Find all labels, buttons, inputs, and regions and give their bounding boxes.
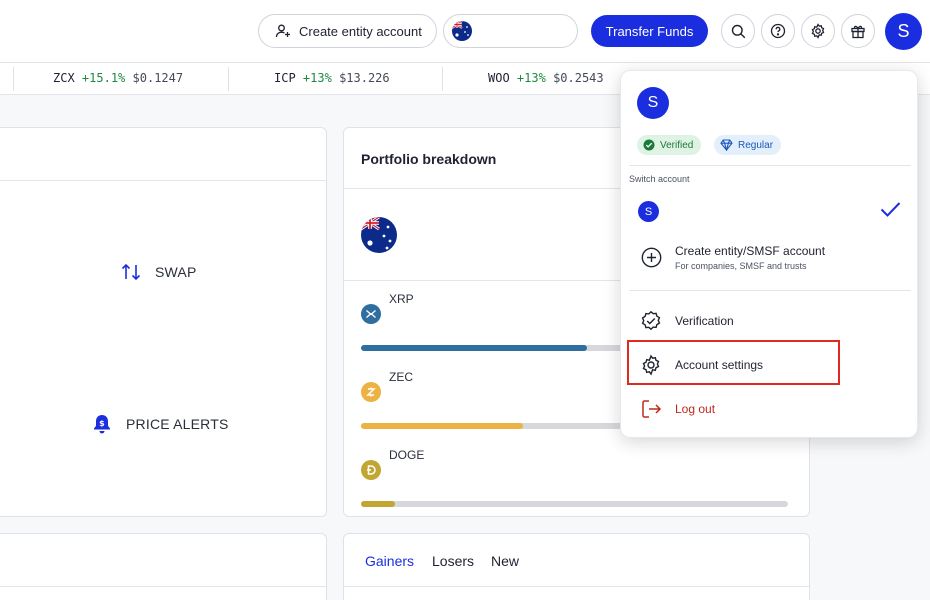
tab-new[interactable]: New	[491, 553, 519, 569]
region-selector[interactable]	[443, 14, 578, 48]
quick-actions-card: SWAP $ PRICE ALERTS	[0, 127, 327, 517]
market-movers-card: Gainers Losers New	[343, 533, 810, 600]
ticker-price: $0.1247	[132, 71, 184, 85]
zec-coin-icon	[361, 382, 381, 402]
create-entity-account-button[interactable]: Create entity account	[258, 14, 437, 48]
rewards-button[interactable]	[841, 14, 875, 48]
menu-divider	[629, 290, 911, 291]
logout-icon	[640, 398, 662, 420]
ticker-price: $0.2543	[553, 71, 604, 85]
search-icon	[731, 24, 745, 38]
transfer-funds-button[interactable]: Transfer Funds	[591, 15, 708, 47]
australia-flag-icon	[452, 21, 472, 41]
verified-label: Verified	[660, 139, 694, 151]
badge-check-icon	[640, 310, 662, 332]
check-circle-icon	[643, 139, 655, 151]
card-header-divider	[0, 180, 326, 181]
australia-flag-icon	[361, 217, 397, 253]
tier-badge: Regular	[714, 135, 782, 155]
gift-icon	[851, 25, 865, 39]
ticker-symbol: ZCX	[53, 71, 75, 85]
ticker-change: +15.1%	[81, 71, 126, 85]
xrp-coin-icon	[361, 304, 381, 324]
plus-circle-icon	[640, 246, 662, 268]
placeholder-block	[631, 444, 795, 502]
zec-allocation-fill	[361, 423, 524, 429]
swap-button[interactable]: SWAP	[120, 262, 197, 282]
verification-label: Verification	[675, 314, 734, 328]
portfolio-title: Portfolio breakdown	[361, 151, 497, 167]
ticker-symbol: WOO	[488, 71, 510, 85]
top-header: Create entity account Transfer Funds S	[0, 0, 930, 63]
card-header-divider	[344, 586, 809, 587]
current-account-item[interactable]	[629, 196, 911, 226]
price-alerts-label: PRICE ALERTS	[126, 416, 229, 432]
create-entity-smsf-item[interactable]: Create entity/SMSF account For companies…	[629, 240, 911, 274]
ticker-divider	[228, 67, 229, 91]
ticker-divider	[442, 67, 443, 91]
menu-divider	[629, 165, 911, 166]
swap-arrows-icon	[121, 263, 141, 281]
verification-item[interactable]: Verification	[629, 308, 911, 334]
tab-losers[interactable]: Losers	[432, 553, 474, 569]
doge-allocation-bar	[361, 501, 788, 507]
ticker-item[interactable]: ZCX +15.1% $0.1247	[53, 71, 183, 85]
asset-name: DOGE	[389, 448, 425, 462]
diamond-icon	[720, 139, 733, 151]
doge-allocation-fill	[361, 501, 396, 507]
xrp-allocation-fill	[361, 345, 588, 351]
create-entity-label: Create entity account	[299, 23, 422, 39]
ticker-change: +13%	[516, 71, 546, 85]
ticker-item[interactable]: ICP +13% $13.226	[274, 71, 390, 85]
swap-label: SWAP	[155, 264, 197, 280]
ticker-divider	[13, 67, 14, 91]
card-header-divider	[0, 586, 326, 587]
account-avatar: S	[638, 201, 659, 222]
tab-gainers[interactable]: Gainers	[365, 553, 414, 569]
ticker-change: +13%	[302, 71, 332, 85]
asset-name: ZEC	[389, 370, 413, 384]
regular-label: Regular	[738, 139, 774, 151]
create-entity-title: Create entity/SMSF account	[675, 243, 826, 258]
user-avatar-button[interactable]: S	[885, 13, 922, 50]
doge-coin-icon	[361, 460, 381, 480]
asset-name: XRP	[389, 292, 414, 306]
highlight-box	[627, 340, 840, 385]
settings-button[interactable]	[801, 14, 835, 48]
add-user-icon	[275, 24, 290, 38]
help-icon	[770, 23, 786, 39]
ticker-price: $13.226	[339, 71, 390, 85]
logout-label: Log out	[675, 402, 716, 416]
ticker-symbol: ICP	[274, 71, 296, 85]
gear-icon	[811, 23, 825, 39]
verified-badge: Verified	[637, 135, 702, 155]
create-entity-subtitle: For companies, SMSF and trusts	[675, 260, 807, 271]
help-button[interactable]	[761, 14, 795, 48]
logout-item[interactable]: Log out	[629, 396, 911, 422]
secondary-card	[0, 533, 327, 600]
ticker-item[interactable]: WOO +13% $0.2543	[488, 71, 604, 85]
menu-avatar: S	[637, 87, 669, 119]
bell-dollar-icon: $	[94, 415, 110, 434]
search-button[interactable]	[721, 14, 755, 48]
price-alerts-button[interactable]: $ PRICE ALERTS	[91, 413, 229, 435]
checkmark-icon	[880, 202, 901, 217]
switch-account-label: Switch account	[629, 174, 690, 184]
svg-text:$: $	[99, 419, 105, 428]
